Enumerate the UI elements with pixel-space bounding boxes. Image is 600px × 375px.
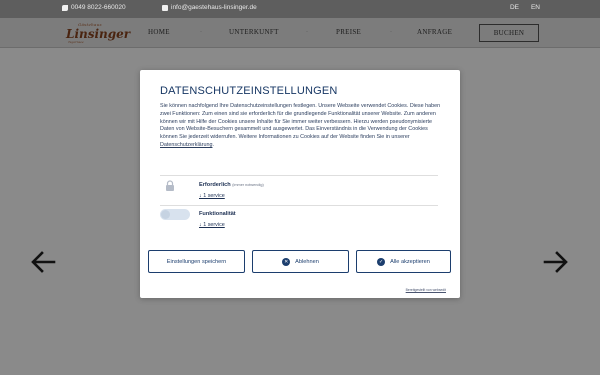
check-circle-icon: ✓ [377,257,386,266]
accept-all-button[interactable]: ✓ Alle akzeptieren [356,250,451,273]
divider [160,205,438,206]
modal-title: DATENSCHUTZEINSTELLUNGEN [160,85,338,97]
lock-icon [166,180,174,191]
save-settings-button[interactable]: Einstellungen speichern [148,250,245,273]
lang-de-link[interactable]: DE [510,4,519,11]
nav-home[interactable]: HOME [148,28,170,36]
save-settings-label: Einstellungen speichern [166,258,227,265]
logo-tagline: Tegernsee [68,40,84,44]
close-circle-icon: ✕ [282,257,291,266]
purpose-functionality-label: Funktionalität [199,211,236,217]
nav-separator: · [200,29,202,35]
privacy-policy-link[interactable]: Datenschutzerklärung [160,142,212,148]
purpose-required-note: (immer notwendig) [232,183,264,187]
toggle-knob [161,210,170,219]
nav-preise[interactable]: PREISE [336,28,361,36]
nav-unterkunft[interactable]: UNTERKUNFT [229,28,279,36]
nav-anfrage[interactable]: ANFRAGE [417,28,452,36]
buchen-button[interactable]: BUCHEN [479,24,539,42]
phone-icon [62,4,68,11]
nav-separator: · [390,29,392,35]
decline-label: Ablehnen [295,258,319,265]
email-contact[interactable]: info@gaestehaus-linsinger.de [162,4,257,11]
arrow-right-icon[interactable] [543,250,569,274]
main-navbar: Gästehaus Linsinger Tegernsee HOME · UNT… [0,18,600,48]
nav-separator: · [306,29,308,35]
lang-en-link[interactable]: EN [531,4,540,11]
site-logo[interactable]: Gästehaus Linsinger Tegernsee [64,22,130,44]
decline-button[interactable]: ✕ Ablehnen [252,250,349,273]
phone-contact[interactable]: 0049 8022-660020 [62,4,126,11]
powered-by-link[interactable]: Bereitgestellt von websedit [406,288,446,292]
language-switcher: DE EN [510,4,540,11]
modal-description-text: Sie können nachfolgend Ihre Datenschutze… [160,103,441,141]
mail-icon [162,4,168,11]
email-address: info@gaestehaus-linsinger.de [171,4,257,11]
top-contact-bar: 0049 8022-660020 info@gaestehaus-linsing… [0,0,600,18]
privacy-settings-modal: DATENSCHUTZEINSTELLUNGEN Sie können nach… [140,70,460,298]
purpose-required-label: Erforderlich (immer notwendig) [199,182,264,188]
purpose-required-services-toggle[interactable]: ↓ 1 service [199,193,225,199]
arrow-left-icon[interactable] [30,250,56,274]
accept-all-label: Alle akzeptieren [390,258,430,265]
modal-description-end: . [212,141,214,148]
divider [160,175,438,176]
logo-brand-text: Linsinger [66,27,131,41]
purpose-functionality-services-toggle[interactable]: ↓ 1 service [199,222,225,228]
phone-number: 0049 8022-660020 [71,4,126,11]
modal-description: Sie können nachfolgend Ihre Datenschutze… [160,103,444,150]
functionality-toggle[interactable] [160,209,190,220]
purpose-required-name: Erforderlich [199,182,231,188]
